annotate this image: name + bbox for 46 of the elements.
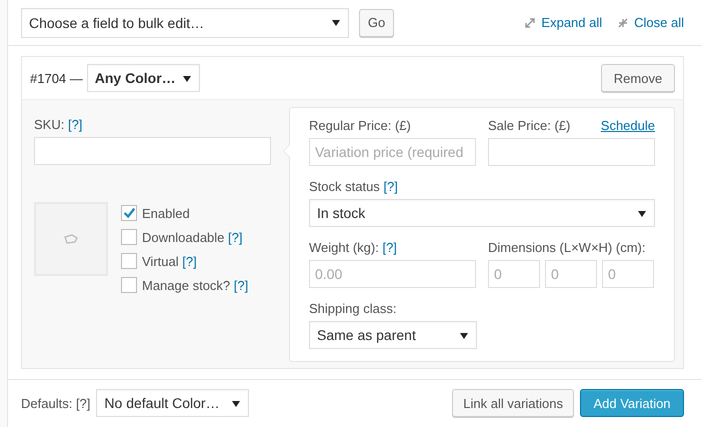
field-label: Dimensions (L×W×H) (cm):	[488, 240, 646, 255]
help-link[interactable]: [?]	[68, 117, 82, 132]
field-label: Regular Price: (£)	[309, 118, 411, 133]
help-link[interactable]: [?]	[383, 179, 398, 194]
input-field[interactable]	[488, 138, 655, 166]
checkbox-label: Enabled	[142, 206, 190, 220]
field-label: Shipping class:	[309, 301, 396, 316]
input-field[interactable]: 0	[488, 260, 540, 288]
input-field[interactable]: 0.00	[309, 260, 476, 288]
remove-button[interactable]: Remove	[601, 64, 675, 92]
input-field[interactable]: 0	[545, 260, 597, 288]
add-variation-button[interactable]: Add Variation	[580, 389, 684, 417]
help-link[interactable]: [?]	[76, 396, 90, 410]
input-field[interactable]: Variation price (required	[309, 138, 476, 166]
field-label: Weight (kg):	[309, 240, 379, 255]
variation-number: #1704 —	[30, 70, 83, 86]
checkbox-label: Downloadable	[142, 230, 224, 244]
input-field[interactable]	[34, 137, 271, 165]
image-placeholder[interactable]	[34, 202, 108, 276]
collapse-icon	[618, 18, 628, 28]
expand-icon	[525, 18, 536, 28]
help-link[interactable]: [?]	[234, 278, 248, 292]
close-all-link[interactable]: Close all	[618, 15, 684, 30]
help-link[interactable]: [?]	[382, 240, 397, 255]
checkbox-label: Manage stock?	[142, 278, 230, 292]
checkbox[interactable]	[121, 229, 137, 245]
schedule-link[interactable]: Schedule	[600, 118, 655, 133]
field-label: SKU:	[34, 117, 64, 132]
attribute-select[interactable]: Any Color…	[86, 64, 200, 92]
input-field[interactable]: 0	[602, 260, 654, 288]
default-select[interactable]: No default Color…	[96, 389, 250, 417]
checkbox[interactable]	[121, 253, 137, 269]
field-label: Defaults:	[21, 396, 72, 410]
checkbox-label: Virtual	[142, 254, 179, 268]
field-label: Sale Price: (£)	[488, 118, 570, 133]
checkbox[interactable]	[121, 277, 137, 293]
go-button[interactable]: Go	[359, 8, 394, 36]
link-variations-button[interactable]: Link all variations	[452, 389, 574, 417]
stock-status-select[interactable]: In stock	[309, 199, 655, 227]
shipping-class-select[interactable]: Same as parent	[309, 321, 477, 349]
expand-link[interactable]: Expand all	[525, 15, 602, 30]
checkbox[interactable]	[121, 205, 137, 221]
field-label: Stock status	[309, 179, 380, 194]
help-link[interactable]: [?]	[228, 230, 242, 244]
help-link[interactable]: [?]	[182, 254, 197, 268]
bulk-edit-select[interactable]: Choose a field to bulk edit…	[21, 8, 349, 38]
